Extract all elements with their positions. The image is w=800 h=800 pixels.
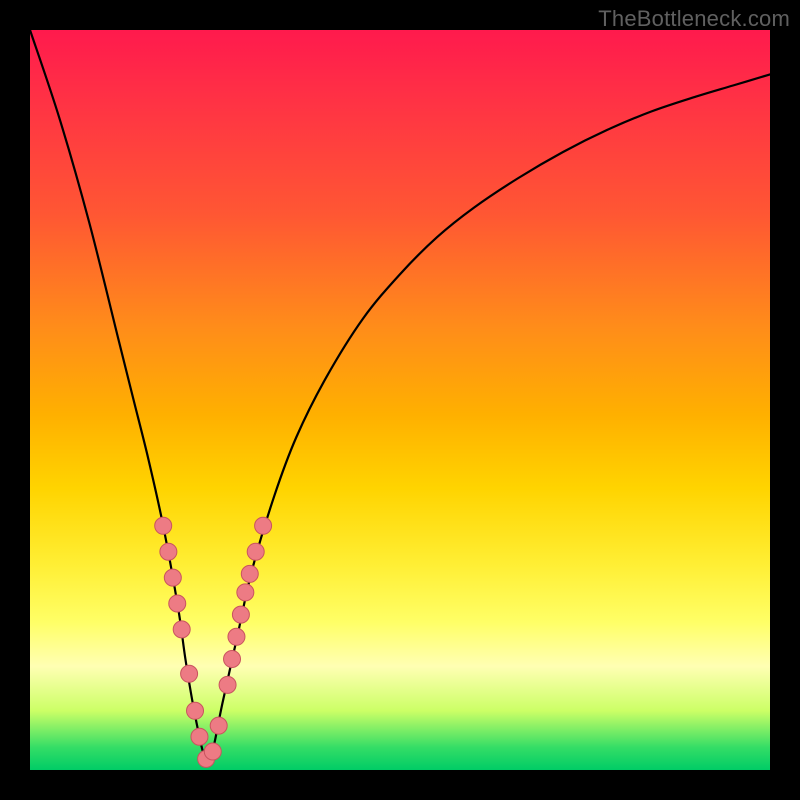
curve-marker [155,517,172,534]
chart-svg [30,30,770,770]
curve-marker [219,676,236,693]
chart-frame [30,30,770,770]
curve-markers [155,517,272,767]
curve-marker [224,651,241,668]
curve-marker [247,543,264,560]
curve-marker [210,717,227,734]
curve-marker [255,517,272,534]
curve-marker [181,665,198,682]
curve-marker [173,621,190,638]
curve-marker [169,595,186,612]
curve-marker [160,543,177,560]
curve-marker [204,743,221,760]
curve-marker [237,584,254,601]
curve-marker [241,565,258,582]
bottleneck-curve [30,30,770,763]
curve-marker [191,728,208,745]
curve-marker [228,628,245,645]
watermark-text: TheBottleneck.com [598,6,790,32]
curve-marker [232,606,249,623]
curve-marker [164,569,181,586]
curve-marker [187,702,204,719]
